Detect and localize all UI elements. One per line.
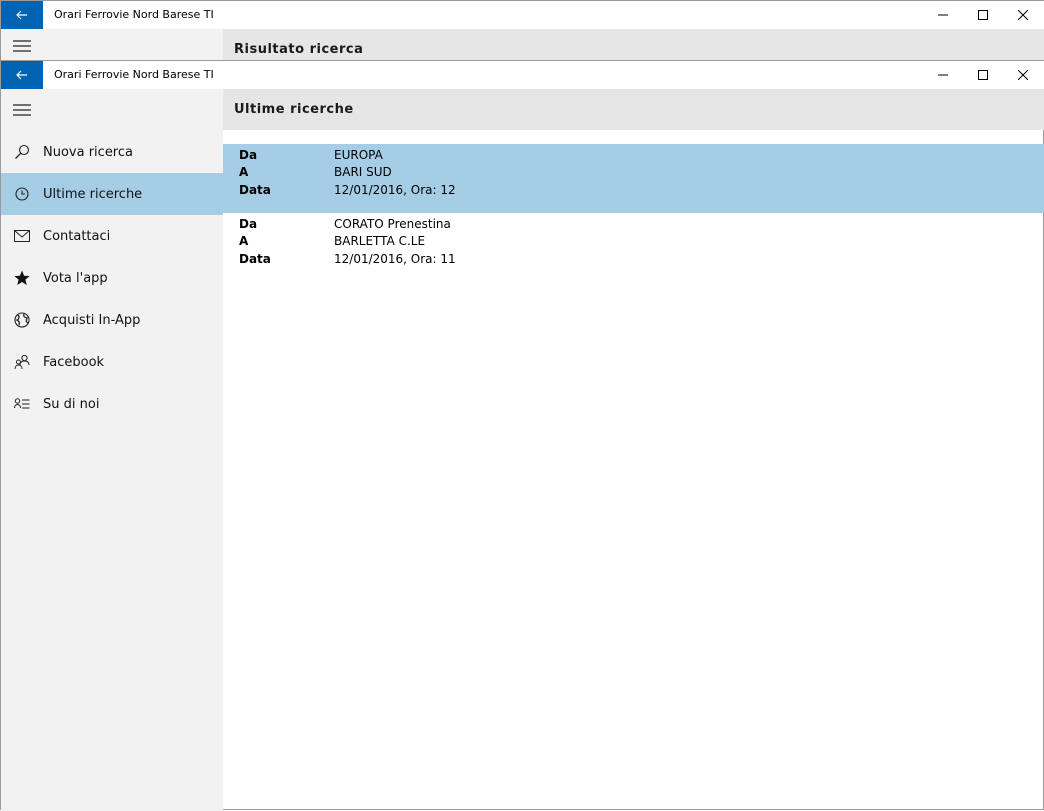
maximize-icon [978,10,988,20]
back-arrow-icon [16,70,27,80]
nav-item-label: Nuova ricerca [43,144,133,160]
clock-icon [1,186,43,202]
background-titlebar: Orari Ferrovie Nord Barese TI [1,1,1044,29]
contact-info-icon [1,398,43,410]
nav-item-contattaci[interactable]: Contattaci [1,215,223,257]
nav-item-label: Acquisti In-App [43,312,141,328]
close-icon [1018,70,1028,80]
background-header-title: Risultato ricerca [234,42,364,57]
from-label: Da [239,147,258,162]
maximize-icon [978,70,988,80]
minimize-icon [938,14,948,16]
close-button[interactable] [1003,1,1043,29]
minimize-icon [938,74,948,76]
maximize-button[interactable] [963,61,1003,89]
date-label: Data [239,182,271,197]
maximize-button[interactable] [963,1,1003,29]
minimize-button[interactable] [923,61,963,89]
nav-item-label: Facebook [43,354,105,370]
hamburger-icon [13,39,31,52]
date-label: Data [239,251,271,266]
window-title: Orari Ferrovie Nord Barese TI [54,8,214,21]
close-button[interactable] [1003,61,1043,89]
background-window: Orari Ferrovie Nord Barese TI Risultato … [0,0,1044,62]
nav-item-nuova-ricerca[interactable]: Nuova ricerca [1,131,223,173]
hamburger-button[interactable] [1,89,43,131]
to-value: BARLETTA C.LE [334,234,426,249]
app-window: Orari Ferrovie Nord Barese TI Nuova rice… [0,60,1044,811]
hamburger-icon [13,104,31,116]
nav-item-facebook[interactable]: Facebook [1,341,223,383]
back-button[interactable] [1,1,43,29]
to-label: A [239,234,249,249]
star-icon [1,270,43,286]
nav-pane: Nuova ricerca Ultime ricerche Contattaci… [1,89,223,811]
globe-icon [1,312,43,328]
back-button[interactable] [1,61,43,89]
back-arrow-icon [16,10,27,20]
minimize-button[interactable] [923,1,963,29]
date-value: 12/01/2016, Ora: 12 [334,182,456,197]
nav-item-vota-app[interactable]: Vota l'app [1,257,223,299]
nav-item-ultime-ricerche[interactable]: Ultime ricerche [1,173,223,215]
window-title: Orari Ferrovie Nord Barese TI [54,68,214,81]
to-label: A [239,165,249,180]
list-item[interactable]: Da EUROPA A BARI SUD Data 12/01/2016, Ora: … [223,144,1044,213]
titlebar: Orari Ferrovie Nord Barese TI [1,61,1044,89]
nav-item-label: Su di noi [43,396,100,412]
hamburger-button[interactable] [1,29,43,62]
from-value: EUROPA [334,147,383,162]
people-icon [1,354,43,370]
page-title: Ultime ricerche [234,102,354,117]
page-header: Ultime ricerche [223,89,1044,130]
list-item[interactable]: Da CORATO Prenestina A BARLETTA C.LE Data 1… [223,213,1044,282]
to-value: BARI SUD [334,165,392,180]
from-value: CORATO Prenestina [334,216,451,231]
close-icon [1018,10,1028,20]
background-sidebar [1,29,223,62]
nav-item-label: Vota l'app [43,270,108,286]
search-icon [1,144,43,160]
mail-icon [1,230,43,242]
from-label: Da [239,216,258,231]
nav-item-acquisti-in-app[interactable]: Acquisti In-App [1,299,223,341]
date-value: 12/01/2016, Ora: 11 [334,251,456,266]
nav-item-label: Contattaci [43,228,111,244]
nav-item-su-di-noi[interactable]: Su di noi [1,383,223,425]
nav-item-label: Ultime ricerche [43,186,143,202]
